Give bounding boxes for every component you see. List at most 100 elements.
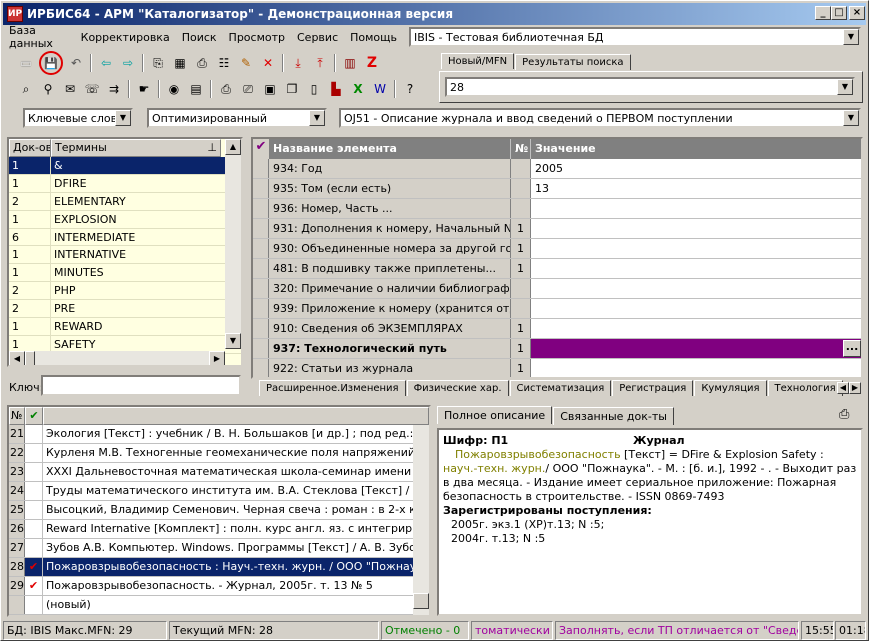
tab-full-description[interactable]: Полное описание: [437, 406, 553, 424]
record-check-cell[interactable]: [25, 596, 43, 614]
field-row[interactable]: 935: Том (если есть) 13: [253, 179, 861, 199]
link-icon[interactable]: ⇉: [105, 80, 123, 98]
record-row[interactable]: 23 XXXI Дальневосточная математическая шк…: [9, 463, 429, 482]
menu-help[interactable]: Помощь: [344, 31, 403, 44]
copy-icon[interactable]: ❐: [283, 80, 301, 98]
table-icon[interactable]: ▦: [171, 54, 189, 72]
dictionary-row[interactable]: 6 INTERMEDIATE: [9, 228, 241, 247]
dictionary-row[interactable]: 1 REWARD: [9, 318, 241, 336]
field-value-cell[interactable]: [531, 279, 861, 298]
chevron-down-icon[interactable]: ▼: [115, 110, 131, 126]
import-icon[interactable]: ⤓: [289, 54, 307, 72]
record-check-cell[interactable]: [25, 501, 43, 519]
field-value-cell[interactable]: [531, 319, 861, 338]
word-icon[interactable]: W: [371, 80, 389, 98]
record-row[interactable]: (новый): [9, 596, 429, 615]
ellipsis-button[interactable]: ...: [843, 340, 861, 357]
field-value-cell[interactable]: [531, 359, 861, 377]
check-icon[interactable]: ✔: [25, 558, 43, 576]
next-record-icon[interactable]: ⇨: [119, 54, 137, 72]
record-row[interactable]: 28 ✔ Пожаровзрывобезопасность : Науч.-техн…: [9, 558, 429, 577]
chat-icon[interactable]: ☏: [83, 80, 101, 98]
tab-scroll-left[interactable]: ◀: [837, 382, 849, 394]
record-check-cell[interactable]: [25, 425, 43, 443]
report-icon[interactable]: ▣: [261, 80, 279, 98]
menu-search[interactable]: Поиск: [176, 31, 223, 44]
mail-icon[interactable]: ✉: [61, 80, 79, 98]
field-value-cell[interactable]: [531, 299, 861, 318]
pin-icon[interactable]: ⊥: [207, 141, 217, 154]
field-value-cell[interactable]: ...: [531, 339, 861, 358]
column-header-element[interactable]: Название элемента: [269, 139, 511, 159]
menu-edit[interactable]: Корректировка: [75, 31, 176, 44]
tab-registration[interactable]: Регистрация: [612, 380, 694, 396]
dictionary-row[interactable]: 2 PRE: [9, 300, 241, 319]
dictionary-row[interactable]: 1 DFIRE: [9, 174, 241, 193]
chart-icon[interactable]: ▙: [327, 80, 345, 98]
checkmark-icon[interactable]: ✔: [253, 139, 269, 159]
print-form-icon[interactable]: ⎙: [193, 54, 211, 72]
scroll-left-arrow[interactable]: ◀: [9, 351, 25, 365]
tab-technology[interactable]: Технология: [767, 380, 843, 396]
tab-search-results[interactable]: Результаты поиска: [515, 54, 631, 70]
record-row[interactable]: 25 Высоцкий, Владимир Семенович. Черная с…: [9, 501, 429, 520]
dictionary-row[interactable]: 1 INTERNATIVE: [9, 246, 241, 265]
field-value-cell[interactable]: [531, 239, 861, 258]
scroll-down-arrow[interactable]: ▼: [225, 333, 241, 349]
search-icon[interactable]: ⌕: [17, 80, 35, 98]
excel-icon[interactable]: X: [349, 80, 367, 98]
record-row[interactable]: 24 Труды математического института им. В.…: [9, 482, 429, 501]
record-check-cell[interactable]: [25, 520, 43, 538]
title-link[interactable]: Пожаровзрывобезопасность: [455, 448, 621, 461]
tree-icon[interactable]: ☷: [215, 54, 233, 72]
new-document-icon[interactable]: ▭: [17, 54, 35, 72]
tab-cumulation[interactable]: Кумуляция: [694, 380, 767, 396]
record-check-cell[interactable]: [25, 482, 43, 500]
folder-icon[interactable]: ▤: [187, 80, 205, 98]
column-header-num[interactable]: №: [511, 139, 531, 159]
previous-record-icon[interactable]: ⇦: [97, 54, 115, 72]
tab-physical[interactable]: Физические хар.: [406, 380, 509, 396]
barcode-icon[interactable]: ▥: [341, 54, 359, 72]
worklist-select[interactable]: Оптимизированный ▼: [147, 108, 327, 128]
field-row[interactable]: 320: Примечание о наличии библиографии/у…: [253, 279, 861, 299]
minimize-button[interactable]: _: [815, 6, 831, 20]
undo-icon[interactable]: ↶: [67, 54, 85, 72]
scroll-thumb[interactable]: [25, 351, 35, 365]
record-row[interactable]: 26 Reward Internative [Комплект] : полн. …: [9, 520, 429, 539]
search-mode-select[interactable]: Ключевые слова ▼: [23, 108, 133, 128]
record-row[interactable]: 22 Курленя М.В. Техногенные геомеханическ…: [9, 444, 429, 463]
maximize-button[interactable]: □: [831, 6, 847, 20]
field-row[interactable]: 934: Год 2005: [253, 159, 861, 179]
field-row[interactable]: 931: Дополнения к номеру, Начальный N в …: [253, 219, 861, 239]
field-value-cell[interactable]: [531, 199, 861, 218]
copy-record-icon[interactable]: ⎘: [149, 54, 167, 72]
record-row[interactable]: 29 ✔ Пожаровзрывобезопасность. - Журнал, 2…: [9, 577, 429, 596]
delete-icon[interactable]: ✕: [259, 54, 277, 72]
dictionary-row[interactable]: 1 EXPLOSION: [9, 210, 241, 229]
chevron-down-icon[interactable]: ▼: [837, 79, 853, 95]
close-button[interactable]: ×: [849, 6, 865, 20]
field-value-cell[interactable]: [531, 259, 861, 278]
tab-systematization[interactable]: Систематизация: [509, 380, 612, 396]
field-row[interactable]: 937: Технологический путь 1...: [253, 339, 861, 359]
field-row[interactable]: 939: Приложение к номеру (хранится отдел…: [253, 299, 861, 319]
menu-database[interactable]: База данных: [3, 24, 75, 50]
dictionary-row[interactable]: 1 MINUTES: [9, 264, 241, 283]
field-row[interactable]: 922: Статьи из журнала 1: [253, 359, 861, 377]
hand-icon[interactable]: ☛: [135, 80, 153, 98]
record-check-cell[interactable]: [25, 539, 43, 557]
tab-new-mfn[interactable]: Новый/MFN: [441, 53, 515, 69]
save-icon[interactable]: 💾: [39, 51, 63, 75]
dictionary-scrollbar[interactable]: ▲ ▼: [225, 139, 241, 349]
record-check-cell[interactable]: [25, 463, 43, 481]
print-icon[interactable]: ⎙: [217, 80, 235, 98]
view-icon[interactable]: ◉: [165, 80, 183, 98]
chevron-down-icon[interactable]: ▼: [843, 29, 859, 45]
record-check-cell[interactable]: [25, 444, 43, 462]
field-row[interactable]: 936: Номер, Часть ...: [253, 199, 861, 219]
record-row[interactable]: 21 Экология [Текст] : учебник / В. Н. Бол…: [9, 425, 429, 444]
column-header-value[interactable]: Значение: [531, 139, 861, 159]
field-row[interactable]: 481: В подшивку также приплетены... 1: [253, 259, 861, 279]
records-scrollbar[interactable]: [413, 425, 429, 615]
